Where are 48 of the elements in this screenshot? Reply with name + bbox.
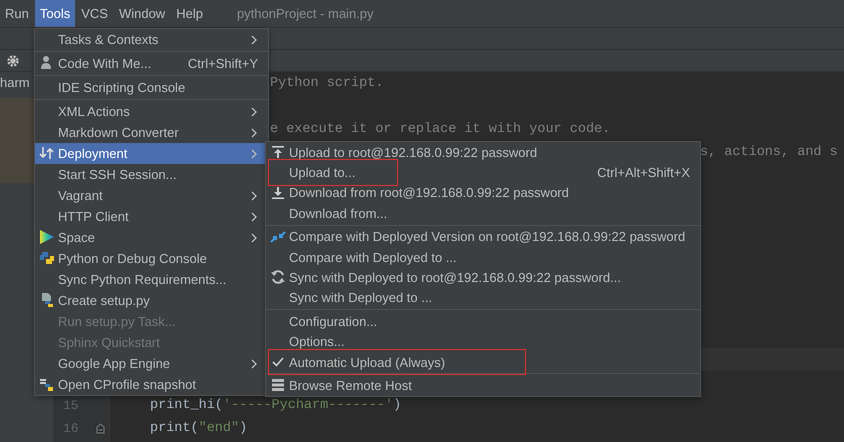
compare-arrows-icon [270, 228, 286, 245]
menu-item[interactable]: Download from... [266, 203, 700, 224]
menu-bar-item[interactable]: Tools [34, 0, 76, 27]
menu-item[interactable]: Configuration... [266, 311, 700, 332]
window-title: pythonProject - main.py [236, 5, 374, 23]
menu-item[interactable]: Sync Python Requirements... [35, 269, 268, 290]
upload-icon [270, 144, 286, 160]
menu-item[interactable]: Sync with Deployed to ... [266, 288, 700, 308]
menu-item[interactable]: Options... [266, 332, 700, 352]
menu-item[interactable]: Markdown Converter [35, 122, 268, 143]
menu-item[interactable]: Upload to... Ctrl+Alt+Shift+X [266, 162, 700, 183]
menu-item[interactable]: Create setup.py [35, 290, 268, 311]
menu-item[interactable]: HTTP Client [35, 206, 268, 227]
menu-item[interactable]: Open CProfile snapshot [35, 374, 268, 395]
menu-bar-item[interactable]: Run [0, 0, 34, 27]
python-plug-icon [39, 376, 55, 392]
menu-bar-item[interactable]: Help [171, 0, 208, 27]
menu-item[interactable]: Deployment [35, 143, 268, 164]
code-comment: s, actions, and s [700, 145, 838, 160]
menu-item[interactable]: IDE Scripting Console [35, 77, 268, 98]
menu-item[interactable]: Python or Debug Console [35, 248, 268, 269]
menu-item[interactable]: Compare with Deployed Version on root@192.168.0.99:22 password [266, 226, 700, 247]
download-icon [270, 184, 286, 201]
up-down-arrows-icon [39, 145, 55, 161]
settings-icon[interactable] [6, 54, 20, 68]
fold-icon[interactable] [96, 423, 105, 434]
sync-icon [270, 269, 286, 286]
code-line: print("end") [150, 421, 248, 436]
server-icon [270, 377, 286, 394]
menu-item[interactable]: Google App Engine [35, 353, 268, 374]
python-file-icon [39, 292, 55, 308]
menu-item[interactable]: Download from root@192.168.0.99:22 password [266, 182, 700, 204]
code-line: print_hi('-----Pycharm-------') [150, 398, 402, 413]
code-comment: Python script. [270, 76, 384, 91]
space-logo-icon [39, 229, 55, 245]
menu-item[interactable]: Start SSH Session... [35, 164, 268, 185]
menu-item[interactable]: Sync with Deployed to root@192.168.0.99:22 password... [266, 267, 700, 288]
code-comment: e execute it or replace it with your code. [270, 122, 610, 137]
menu-item[interactable]: Space [35, 227, 268, 248]
menu-item[interactable]: Browse Remote Host [266, 375, 700, 396]
menu-item[interactable]: Automatic Upload (Always) [266, 352, 700, 372]
python-icon [39, 250, 55, 266]
menu-item[interactable]: Upload to root@192.168.0.99:22 password [266, 142, 700, 162]
menu-bar-item[interactable]: VCS [76, 0, 113, 27]
menu-item[interactable]: Vagrant [35, 185, 268, 206]
menu-bar-item[interactable]: Window [114, 0, 170, 27]
menu-item[interactable]: Compare with Deployed to ... [266, 246, 700, 268]
menu-item[interactable]: XML Actions [35, 101, 268, 122]
